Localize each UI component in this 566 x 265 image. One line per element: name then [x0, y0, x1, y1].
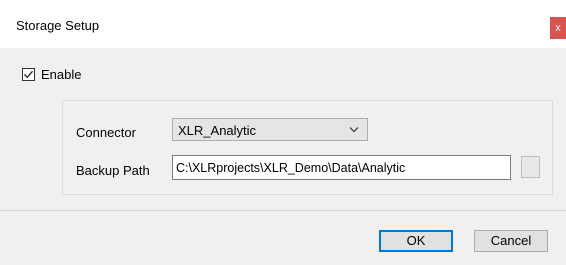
connector-selected-value: XLR_Analytic	[178, 123, 257, 138]
browse-button[interactable]	[521, 156, 540, 178]
enable-checkbox[interactable]	[22, 67, 35, 81]
title-bar: Storage Setup x	[0, 0, 566, 48]
dialog-title: Storage Setup	[16, 18, 100, 33]
backup-path-label: Backup Path	[76, 163, 150, 178]
connector-label: Connector	[76, 125, 136, 140]
backup-path-input[interactable]	[172, 155, 511, 180]
storage-settings-group: Connector XLR_Analytic Backup Path	[62, 100, 553, 195]
check-icon	[24, 70, 33, 78]
enable-checkbox-row[interactable]: Enable	[22, 66, 81, 82]
close-icon: x	[555, 22, 561, 34]
enable-label: Enable	[41, 66, 82, 82]
dialog-body: Enable Connector XLR_Analytic Backup Pat…	[0, 48, 566, 210]
dialog-footer: OK Cancel	[0, 210, 566, 265]
storage-setup-dialog: Storage Setup x Enable Connector XLR_Ana…	[0, 0, 566, 265]
cancel-button[interactable]: Cancel	[474, 230, 548, 252]
close-button[interactable]: x	[550, 17, 566, 39]
chevron-down-icon	[349, 127, 359, 133]
ok-button[interactable]: OK	[379, 230, 453, 252]
connector-dropdown[interactable]: XLR_Analytic	[172, 118, 368, 141]
